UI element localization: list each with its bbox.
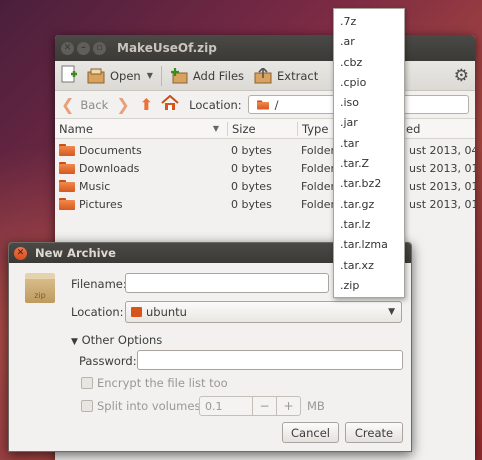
back-arrow-icon: ❮ bbox=[61, 95, 75, 114]
add-files-button[interactable]: Add Files bbox=[170, 67, 245, 84]
file-size: 0 bytes bbox=[231, 179, 272, 193]
zip-package-icon: zip bbox=[25, 273, 55, 303]
file-name: Downloads bbox=[79, 161, 140, 175]
archive-type-menu: .7z .ar .cbz .cpio .iso .jar .tar .tar.Z… bbox=[333, 8, 405, 298]
window-minimize-button[interactable]: – bbox=[77, 41, 90, 55]
open-archive-icon bbox=[87, 68, 105, 83]
column-header-name[interactable]: Name ▼ bbox=[55, 122, 227, 136]
other-options-label: Other Options bbox=[81, 333, 163, 347]
extract-icon bbox=[254, 67, 272, 83]
menu-item-cpio[interactable]: .cpio bbox=[334, 73, 404, 93]
new-archive-icon[interactable] bbox=[61, 65, 77, 86]
location-label: Location: bbox=[71, 305, 124, 319]
column-modified-label: ed bbox=[406, 121, 421, 136]
menu-item-tar-lz[interactable]: .tar.lz bbox=[334, 215, 404, 235]
filename-label: Filename: bbox=[71, 277, 127, 291]
home-icon[interactable] bbox=[161, 94, 179, 114]
location-bar: ❮ Back ❯ ⬆ Location: / bbox=[55, 91, 475, 119]
column-type-label: Type bbox=[302, 121, 329, 136]
expander-triangle-icon: ▼ bbox=[71, 337, 78, 347]
dialog-close-button[interactable]: ✕ bbox=[14, 246, 27, 260]
add-files-icon bbox=[170, 67, 188, 83]
table-row[interactable]: Downloads 0 bytes Folder ust 2013, 01:42 bbox=[55, 159, 475, 177]
menu-item-jar[interactable]: .jar bbox=[334, 113, 404, 133]
add-files-label: Add Files bbox=[192, 68, 245, 83]
toolbar-separator bbox=[160, 65, 162, 86]
dialog-title: New Archive bbox=[35, 246, 116, 260]
location-label: Location: bbox=[189, 97, 242, 112]
file-list: Documents 0 bytes Folder ust 2013, 04:13… bbox=[55, 139, 475, 213]
increment-button[interactable]: + bbox=[276, 397, 300, 415]
menu-item-ar[interactable]: .ar bbox=[334, 32, 404, 52]
encrypt-label: Encrypt the file list too bbox=[97, 376, 228, 390]
file-size: 0 bytes bbox=[231, 143, 272, 157]
other-options-expander[interactable]: ▼ Other Options bbox=[71, 333, 162, 347]
menu-item-tar-bz2[interactable]: .tar.bz2 bbox=[334, 174, 404, 194]
column-size-label: Size bbox=[232, 121, 256, 136]
folder-icon bbox=[59, 180, 75, 192]
folder-icon bbox=[59, 162, 75, 174]
menu-item-tar[interactable]: .tar bbox=[334, 134, 404, 154]
menu-item-iso[interactable]: .iso bbox=[334, 93, 404, 113]
password-input[interactable] bbox=[137, 350, 403, 370]
menu-item-7z[interactable]: .7z bbox=[334, 12, 404, 32]
cancel-button[interactable]: Cancel bbox=[282, 422, 339, 443]
sort-descending-icon: ▼ bbox=[212, 124, 219, 133]
extract-label: Extract bbox=[277, 68, 319, 83]
encrypt-checkbox[interactable] bbox=[81, 377, 93, 389]
split-label: Split into volumes of bbox=[97, 399, 216, 413]
location-path: / bbox=[274, 97, 279, 112]
back-button[interactable]: ❮ Back bbox=[61, 95, 108, 114]
file-name: Pictures bbox=[79, 197, 123, 211]
file-size: 0 bytes bbox=[231, 161, 272, 175]
gear-icon[interactable]: ⚙ bbox=[454, 66, 469, 86]
menu-item-tar-lzma[interactable]: .tar.lzma bbox=[334, 235, 404, 255]
volume-unit-label: MB bbox=[307, 399, 325, 413]
column-name-label: Name bbox=[59, 121, 93, 136]
folder-icon bbox=[256, 100, 269, 109]
zip-package-icon-text: zip bbox=[34, 291, 46, 300]
split-checkbox[interactable] bbox=[81, 400, 93, 412]
forward-arrow-icon[interactable]: ❯ bbox=[116, 95, 129, 114]
table-row[interactable]: Pictures 0 bytes Folder ust 2013, 01:42 bbox=[55, 195, 475, 213]
window-title: MakeUseOf.zip bbox=[117, 41, 217, 55]
toolbar: Open ▼ Add Files Extract ⚙ bbox=[55, 61, 475, 91]
table-row[interactable]: Music 0 bytes Folder ust 2013, 01:42 bbox=[55, 177, 475, 195]
decrement-button[interactable]: − bbox=[252, 397, 276, 415]
column-header-size[interactable]: Size bbox=[227, 121, 297, 136]
volume-size-stepper[interactable]: 0.1 − + bbox=[199, 396, 301, 416]
password-label: Password: bbox=[79, 354, 137, 368]
menu-item-cbz[interactable]: .cbz bbox=[334, 53, 404, 73]
file-list-header: Name ▼ Size Type ed bbox=[55, 119, 475, 139]
create-button[interactable]: Create bbox=[345, 422, 403, 443]
back-label: Back bbox=[80, 97, 109, 112]
extract-button[interactable]: Extract bbox=[254, 67, 319, 84]
file-size: 0 bytes bbox=[231, 197, 272, 211]
folder-icon bbox=[59, 198, 75, 210]
home-folder-icon bbox=[131, 307, 142, 317]
location-combo[interactable]: ubuntu ▼ bbox=[125, 301, 402, 323]
window-close-button[interactable]: ✕ bbox=[61, 41, 74, 55]
filename-input[interactable] bbox=[125, 273, 329, 293]
table-row[interactable]: Documents 0 bytes Folder ust 2013, 04:13 bbox=[55, 141, 475, 159]
open-button[interactable]: Open bbox=[87, 68, 141, 84]
open-label: Open bbox=[110, 68, 141, 83]
window-maximize-button[interactable]: ▫ bbox=[93, 41, 106, 55]
chevron-down-icon: ▼ bbox=[388, 307, 395, 317]
file-name: Music bbox=[79, 179, 111, 193]
menu-item-tar-xz[interactable]: .tar.xz bbox=[334, 256, 404, 276]
menu-item-tar-gz[interactable]: .tar.gz bbox=[334, 195, 404, 215]
open-dropdown-icon[interactable]: ▼ bbox=[147, 71, 153, 80]
location-value: ubuntu bbox=[146, 305, 187, 319]
menu-item-tar-z[interactable]: .tar.Z bbox=[334, 154, 404, 174]
window-titlebar: ✕ – ▫ MakeUseOf.zip bbox=[55, 35, 475, 61]
volume-size-value[interactable]: 0.1 bbox=[200, 397, 252, 415]
menu-item-zip[interactable]: .zip bbox=[334, 276, 404, 296]
folder-icon bbox=[59, 144, 75, 156]
file-name: Documents bbox=[79, 143, 142, 157]
up-arrow-icon[interactable]: ⬆ bbox=[140, 95, 153, 114]
